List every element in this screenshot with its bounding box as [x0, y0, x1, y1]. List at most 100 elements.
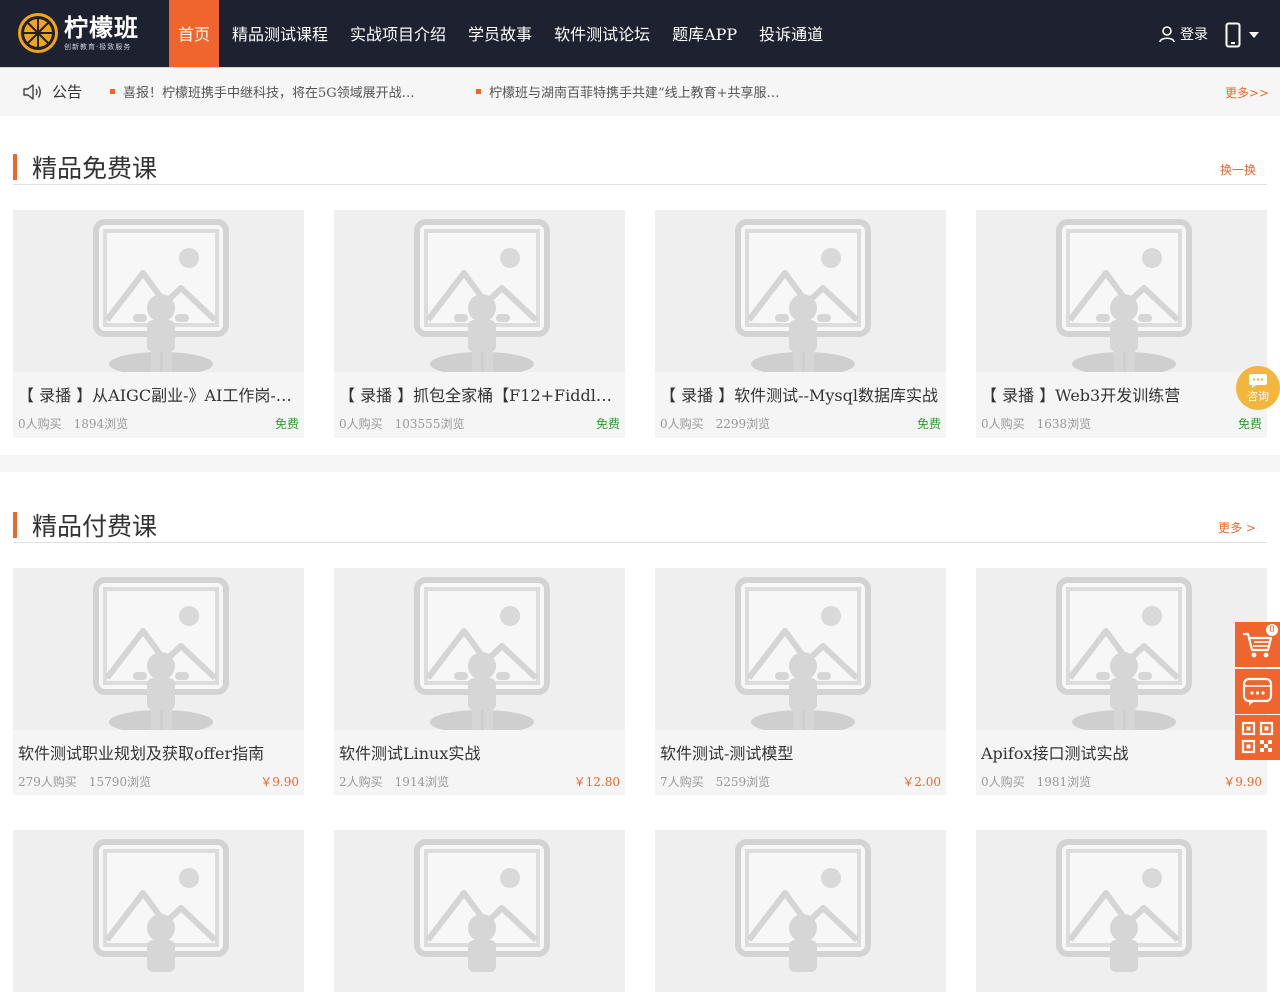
paid-courses-header: 精品付费课 更多 > — [13, 502, 1267, 543]
course-card[interactable] — [13, 830, 304, 992]
chat-bubble-icon — [1249, 374, 1267, 388]
image-placeholder-icon — [414, 839, 550, 972]
course-card[interactable] — [334, 830, 625, 992]
qr-code-icon — [1241, 721, 1274, 754]
course-title: 【 录播 】抓包全家桶【F12+Fiddler+… — [339, 386, 621, 405]
image-placeholder-icon — [1056, 219, 1192, 372]
course-thumbnail — [976, 568, 1267, 730]
announcement-item[interactable]: 柠檬班与湖南百菲特携手共建“线上教育+共享服… — [476, 82, 780, 101]
course-stats: 0人购买 103555浏览 — [339, 417, 465, 431]
course-card[interactable]: 软件测试-测试模型 7人购买 5259浏览 ￥2.00 — [655, 568, 946, 795]
image-placeholder-icon — [735, 577, 871, 730]
course-price: ￥9.90 — [1223, 775, 1262, 789]
section-divider — [0, 455, 1280, 472]
image-placeholder-icon — [1056, 839, 1192, 972]
nav-home[interactable]: 首页 — [169, 0, 220, 67]
course-thumbnail — [13, 568, 304, 730]
course-thumbnail — [655, 210, 946, 372]
more-link[interactable]: 更多 > — [1218, 519, 1256, 536]
announcement-more-link[interactable]: 更多>> — [1225, 84, 1269, 101]
course-stats: 0人购买 2299浏览 — [660, 417, 771, 431]
course-title: 【 录播 】软件测试--Mysql数据库实战 — [660, 386, 938, 405]
nav-complaint[interactable]: 投诉通道 — [750, 0, 832, 67]
caret-down-icon — [1249, 32, 1259, 38]
logo-name: 柠檬班 — [64, 12, 139, 42]
course-card[interactable] — [655, 830, 946, 992]
announcement-item[interactable]: 喜报！柠檬班携手中继科技，将在5G领域展开战… — [110, 82, 415, 101]
course-thumbnail — [334, 210, 625, 372]
course-thumbnail — [976, 210, 1267, 372]
course-card[interactable]: 【 录播 】软件测试--Mysql数据库实战 0人购买 2299浏览 免费 — [655, 210, 946, 438]
announcement-label: 公告 — [22, 81, 82, 102]
image-placeholder-icon — [93, 839, 229, 972]
course-stats: 7人购买 5259浏览 — [660, 775, 771, 789]
nav-projects[interactable]: 实战项目介绍 — [341, 0, 455, 67]
cart-button[interactable]: 0 — [1235, 622, 1280, 667]
course-thumbnail — [334, 830, 625, 992]
course-card[interactable]: Apifox接口测试实战 0人购买 1981浏览 ￥9.90 — [976, 568, 1267, 795]
course-price: 免费 — [595, 417, 620, 431]
section-title: 精品付费课 — [32, 512, 158, 541]
section-title: 精品免费课 — [32, 154, 158, 183]
nav-forum[interactable]: 软件测试论坛 — [545, 0, 659, 67]
course-stats: 2人购买 1914浏览 — [339, 775, 450, 789]
nav-courses[interactable]: 精品测试课程 — [223, 0, 337, 67]
course-card[interactable]: 软件测试Linux实战 2人购买 1914浏览 ￥12.80 — [334, 568, 625, 795]
course-thumbnail — [13, 210, 304, 372]
refresh-link[interactable]: 换一换 — [1220, 161, 1256, 178]
course-price: ￥2.00 — [902, 775, 941, 789]
course-stats: 0人购买 1894浏览 — [18, 417, 129, 431]
course-card[interactable]: 软件测试职业规划及获取offer指南 279人购买 15790浏览 ￥9.90 — [13, 568, 304, 795]
consult-button[interactable]: 咨询 — [1236, 366, 1280, 410]
course-card[interactable]: 【 录播 】从AIGC副业-》AI工作岗-… 0人购买 1894浏览 免费 — [13, 210, 304, 438]
site-logo[interactable]: 柠檬班 创新教育·极致服务 — [18, 11, 139, 55]
image-placeholder-icon — [414, 577, 550, 730]
course-price: ￥9.90 — [260, 775, 299, 789]
login-label: 登录 — [1180, 27, 1208, 43]
course-title: 软件测试Linux实战 — [339, 744, 481, 763]
course-thumbnail — [13, 830, 304, 992]
course-card[interactable]: 【 录播 】Web3开发训练营 0人购买 1638浏览 免费 — [976, 210, 1267, 438]
course-stats: 0人购买 1638浏览 — [981, 417, 1092, 431]
lemon-logo-icon — [18, 13, 58, 53]
user-icon — [1159, 26, 1175, 43]
message-icon — [1242, 677, 1273, 706]
image-placeholder-icon — [414, 219, 550, 372]
qr-code-button[interactable] — [1235, 715, 1280, 760]
course-title: 软件测试-测试模型 — [660, 744, 794, 763]
course-price: ￥12.80 — [573, 775, 620, 789]
image-placeholder-icon — [735, 219, 871, 372]
announcement-bar: 公告 喜报！柠檬班携手中继科技，将在5G领域展开战… 柠檬班与湖南百菲特携手共建… — [0, 67, 1280, 116]
nav-stories[interactable]: 学员故事 — [459, 0, 541, 67]
course-thumbnail — [334, 568, 625, 730]
course-price: 免费 — [1237, 417, 1262, 431]
nav-app[interactable]: 题库APP — [663, 0, 746, 67]
image-placeholder-icon — [93, 219, 229, 372]
mobile-app-dropdown[interactable] — [1225, 22, 1261, 48]
logo-slogan: 创新教育·极致服务 — [64, 42, 132, 51]
course-thumbnail — [976, 830, 1267, 992]
online-chat-button[interactable] — [1235, 669, 1280, 714]
course-stats: 279人购买 15790浏览 — [18, 775, 152, 789]
consult-label: 咨询 — [1247, 390, 1269, 403]
course-stats: 0人购买 1981浏览 — [981, 775, 1092, 789]
course-price: 免费 — [274, 417, 299, 431]
course-title: 【 录播 】从AIGC副业-》AI工作岗-… — [18, 386, 292, 405]
top-navbar: 柠檬班 创新教育·极致服务 首页 精品测试课程 实战项目介绍 学员故事 软件测试… — [0, 0, 1280, 67]
main-nav: 首页 精品测试课程 实战项目介绍 学员故事 软件测试论坛 题库APP 投诉通道 — [169, 0, 836, 67]
course-card[interactable]: 【 录播 】抓包全家桶【F12+Fiddler+… 0人购买 103555浏览 免… — [334, 210, 625, 438]
image-placeholder-icon — [1056, 577, 1192, 730]
course-title: 软件测试职业规划及获取offer指南 — [18, 744, 265, 763]
course-card[interactable] — [976, 830, 1267, 992]
course-thumbnail — [655, 830, 946, 992]
cart-count-badge: 0 — [1266, 624, 1278, 636]
course-title: Apifox接口测试实战 — [981, 744, 1129, 763]
course-price: 免费 — [916, 417, 941, 431]
image-placeholder-icon — [93, 577, 229, 730]
course-thumbnail — [655, 568, 946, 730]
login-button[interactable]: 登录 — [1158, 24, 1208, 44]
mobile-phone-icon — [1225, 22, 1241, 48]
free-courses-header: 精品免费课 换一换 — [13, 144, 1267, 185]
image-placeholder-icon — [735, 839, 871, 972]
speaker-icon — [23, 83, 41, 100]
